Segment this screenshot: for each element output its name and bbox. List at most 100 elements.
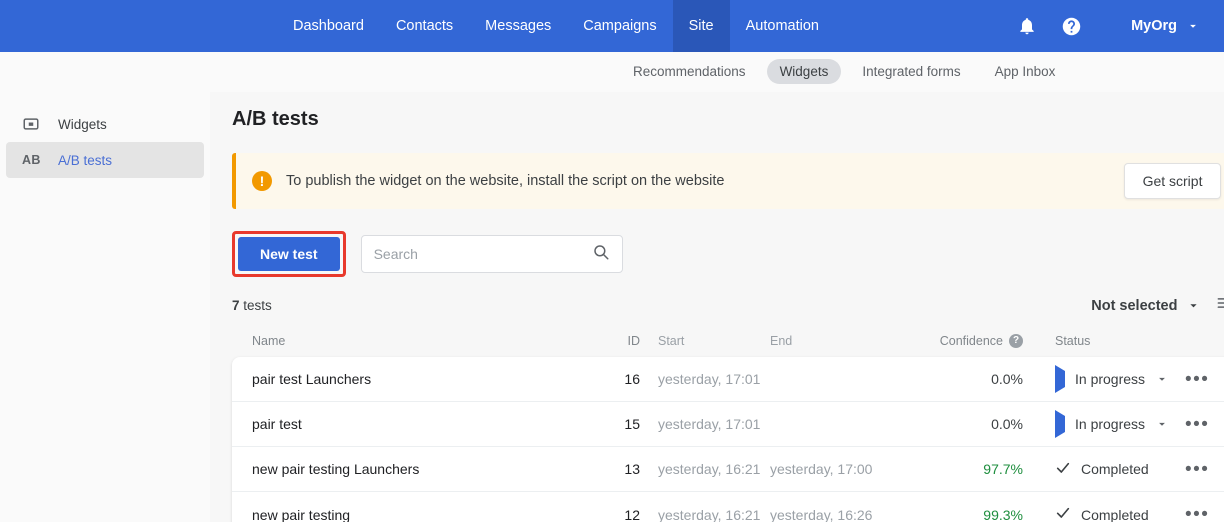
cell-name: new pair testing Launchers — [252, 461, 420, 477]
play-icon — [1055, 410, 1065, 438]
cell-confidence: 0.0% — [991, 416, 1023, 432]
top-nav-item-automation[interactable]: Automation — [730, 0, 835, 52]
search-icon[interactable] — [592, 243, 610, 266]
cell-start: yesterday, 16:21 — [658, 461, 761, 477]
top-navigation-bar: Dashboard Contacts Messages Campaigns Site Au… — [0, 0, 1224, 52]
sub-nav-item-app-inbox[interactable]: App Inbox — [982, 59, 1069, 84]
cell-id: 15 — [624, 416, 640, 432]
get-script-button[interactable]: Get script — [1123, 163, 1222, 199]
status-label: In progress — [1075, 416, 1146, 432]
table-header-row: Name ID Start End Confidence ? Status — [232, 330, 1224, 352]
check-icon — [1055, 460, 1071, 479]
search-input[interactable] — [373, 246, 592, 262]
warning-exclamation-icon: ! — [252, 171, 272, 191]
table-row[interactable]: new pair testing Launchers 13 yesterday, 1… — [232, 447, 1224, 492]
table-row[interactable]: new pair testing 12 yesterday, 16:21 yester… — [232, 492, 1224, 522]
sub-nav-item-recommendations[interactable]: Recommendations — [620, 59, 759, 84]
cell-start: yesterday, 16:21 — [658, 506, 761, 522]
status-label: In progress — [1075, 371, 1146, 387]
cell-name: pair test Launchers — [252, 371, 372, 387]
column-header-start: Start — [658, 334, 685, 348]
sidebar-item-label: Widgets — [58, 116, 107, 132]
organization-menu-button[interactable]: MyOrg — [1093, 0, 1224, 52]
tests-count-suffix: tests — [243, 298, 272, 313]
overflow-menu-icon[interactable]: ••• — [1185, 505, 1209, 522]
list-settings-icon[interactable] — [1215, 293, 1224, 318]
play-icon — [1055, 365, 1065, 393]
top-nav-right-actions: MyOrg — [1005, 0, 1224, 52]
top-nav-items: Dashboard Contacts Messages Campaigns Site Au… — [277, 0, 835, 52]
overflow-menu-icon[interactable]: ••• — [1185, 370, 1209, 389]
table-row[interactable]: pair test Launchers 16 yesterday, 17:01 0.0… — [232, 357, 1224, 402]
help-circle-icon[interactable] — [1049, 0, 1093, 52]
tests-count: 7 tests — [232, 298, 272, 313]
help-circle-icon[interactable]: ? — [1009, 334, 1023, 348]
top-nav-item-dashboard[interactable]: Dashboard — [277, 0, 380, 52]
cell-start: yesterday, 17:01 — [658, 371, 761, 387]
column-header-status: Status — [1055, 334, 1091, 348]
chevron-down-icon[interactable] — [1155, 417, 1169, 431]
column-header-id: ID — [627, 334, 641, 348]
tests-table: pair test Launchers 16 yesterday, 17:01 0.0… — [232, 357, 1224, 522]
cell-name: new pair testing — [252, 506, 351, 522]
tests-list-controls: Not selected — [1091, 293, 1224, 318]
sidebar-item-a-b-tests[interactable]: AB A/B tests — [6, 142, 204, 178]
overflow-menu-icon[interactable]: ••• — [1185, 460, 1209, 479]
tests-toolbar: New test — [232, 231, 1224, 277]
top-nav-item-campaigns[interactable]: Campaigns — [567, 0, 672, 52]
cell-confidence: 97.7% — [983, 461, 1023, 477]
tests-count-row: 7 tests Not selected — [232, 293, 1224, 318]
column-header-end: End — [770, 334, 793, 348]
cell-actions: ••• — [1185, 460, 1215, 479]
tests-count-value: 7 — [232, 298, 240, 313]
page-title: A/B tests — [232, 108, 319, 130]
cell-id: 13 — [624, 461, 640, 477]
sidebar-item-label: A/B tests — [58, 152, 113, 168]
cell-status[interactable]: Completed — [1035, 460, 1185, 479]
cell-end: yesterday, 17:00 — [770, 461, 873, 477]
page-body: Widgets AB A/B tests A/B tests ! To publis… — [0, 92, 1224, 522]
search-box[interactable] — [360, 235, 623, 273]
column-header-confidence: Confidence ? — [915, 334, 1035, 348]
new-test-button[interactable]: New test — [238, 237, 340, 271]
cell-end: yesterday, 16:26 — [770, 506, 873, 522]
cell-start: yesterday, 17:01 — [658, 416, 761, 432]
sidebar-item-widgets[interactable]: Widgets — [6, 106, 204, 142]
cell-status[interactable]: In progress — [1035, 365, 1185, 393]
status-label: Completed — [1081, 461, 1149, 477]
banner-message: To publish the widget on the website, in… — [286, 173, 725, 189]
cell-status[interactable]: In progress — [1035, 410, 1185, 438]
cell-confidence: 0.0% — [991, 371, 1023, 387]
table-row[interactable]: pair test 15 yesterday, 17:01 0.0% In progre… — [232, 402, 1224, 447]
cell-actions: ••• — [1185, 370, 1215, 389]
sidebar: Widgets AB A/B tests — [0, 92, 210, 522]
top-nav-item-site[interactable]: Site — [672, 0, 730, 52]
overflow-menu-icon[interactable]: ••• — [1185, 415, 1209, 434]
cell-id: 16 — [624, 371, 640, 387]
sub-nav-item-widgets[interactable]: Widgets — [766, 59, 842, 84]
widget-square-icon — [22, 115, 42, 133]
top-nav-item-contacts[interactable]: Contacts — [380, 0, 469, 52]
sub-navigation-bar: Recommendations Widgets Integrated forms Ap… — [0, 52, 1224, 92]
status-label: Completed — [1081, 506, 1149, 522]
chevron-down-icon — [1190, 24, 1196, 28]
column-header-confidence-label: Confidence — [939, 334, 1003, 348]
cell-id: 12 — [624, 506, 640, 522]
cell-status[interactable]: Completed — [1035, 505, 1185, 522]
sort-selector[interactable]: Not selected — [1091, 298, 1201, 314]
notifications-bell-icon[interactable] — [1005, 0, 1049, 52]
column-header-name: Name — [252, 334, 286, 348]
sub-nav-item-integrated-forms[interactable]: Integrated forms — [849, 59, 973, 84]
chevron-down-icon — [1190, 304, 1198, 308]
chevron-down-icon[interactable] — [1155, 372, 1169, 386]
cell-name: pair test — [252, 416, 302, 432]
cell-actions: ••• — [1185, 505, 1215, 522]
ab-badge-icon: AB — [22, 153, 41, 167]
top-nav-item-messages[interactable]: Messages — [469, 0, 567, 52]
cell-actions: ••• — [1185, 415, 1215, 434]
sort-selector-label: Not selected — [1091, 297, 1178, 314]
cell-confidence: 99.3% — [983, 506, 1023, 522]
main-content: A/B tests ! To publish the widget on the… — [210, 92, 1224, 522]
check-icon — [1055, 505, 1071, 522]
install-script-banner: ! To publish the widget on the website, … — [232, 153, 1224, 209]
